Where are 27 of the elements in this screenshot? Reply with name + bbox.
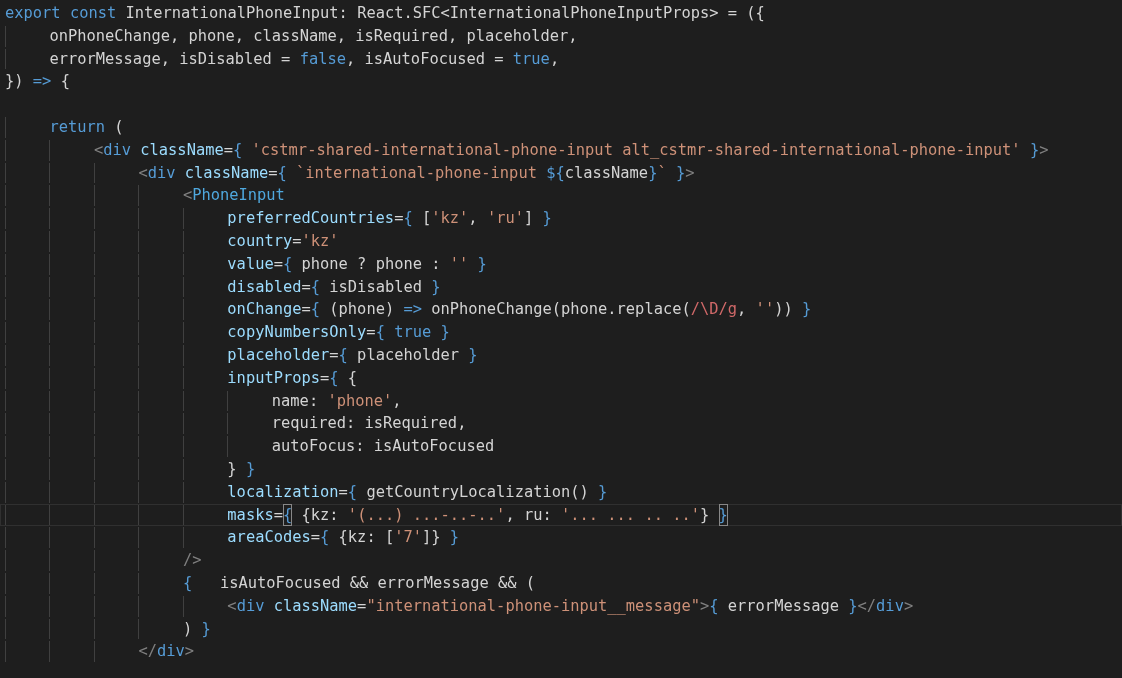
code-line: <div className="international-phone-input__message">{ errorMessage }</div> — [0, 594, 1122, 618]
code-line: } } — [0, 457, 1122, 481]
code-line: export const InternationalPhoneInput: React.SFC<InternationalPhoneInputProps> = ({ — [4, 3, 766, 24]
code-line: disabled={ isDisabled } — [0, 275, 1122, 299]
code-line: <PhoneInput — [0, 184, 1122, 208]
code-line: required: isRequired, — [0, 412, 1122, 436]
code-line: onChange={ (phone) => onPhoneChange(phone.replace(/\D/g, '')) } — [0, 298, 1122, 322]
code-line: preferredCountries={ ['kz', 'ru'] } — [0, 207, 1122, 230]
code-line: country='kz' — [0, 229, 1122, 253]
code-line: </div> — [0, 640, 1122, 664]
code-line: /> — [0, 549, 1122, 572]
code-line: <div className={ `international-phone-input ${className}` }> — [0, 161, 1122, 185]
code-line: }) => { — [4, 71, 71, 93]
code-line: inputProps={ { — [0, 366, 1122, 390]
code-line: value={ phone ? phone : '' } — [0, 252, 1122, 276]
code-line: return ( — [0, 116, 1122, 139]
code-line: errorMessage, isDisabled = false, isAutoFocused = true, — [0, 47, 1122, 71]
code-line: placeholder={ placeholder } — [0, 343, 1122, 367]
code-line: name: 'phone', — [0, 389, 1122, 413]
code-line: areaCodes={ {kz: ['7']} } — [0, 526, 1122, 550]
code-line: { isAutoFocused && errorMessage && ( — [0, 571, 1122, 595]
code-line: <div className={ 'cstmr-shared-international-phone-input alt_cstmr-shared-international-phone-input' }> — [0, 138, 1122, 162]
code-line: copyNumbersOnly={ true } — [0, 321, 1122, 344]
code-line: onPhoneChange, phone, className, isRequired, placeholder, — [0, 24, 1122, 48]
code-line: ) } — [0, 617, 1122, 641]
code-line: localization={ getCountryLocalization() } — [0, 480, 1122, 504]
code-line: autoFocus: isAutoFocused — [0, 435, 1122, 458]
